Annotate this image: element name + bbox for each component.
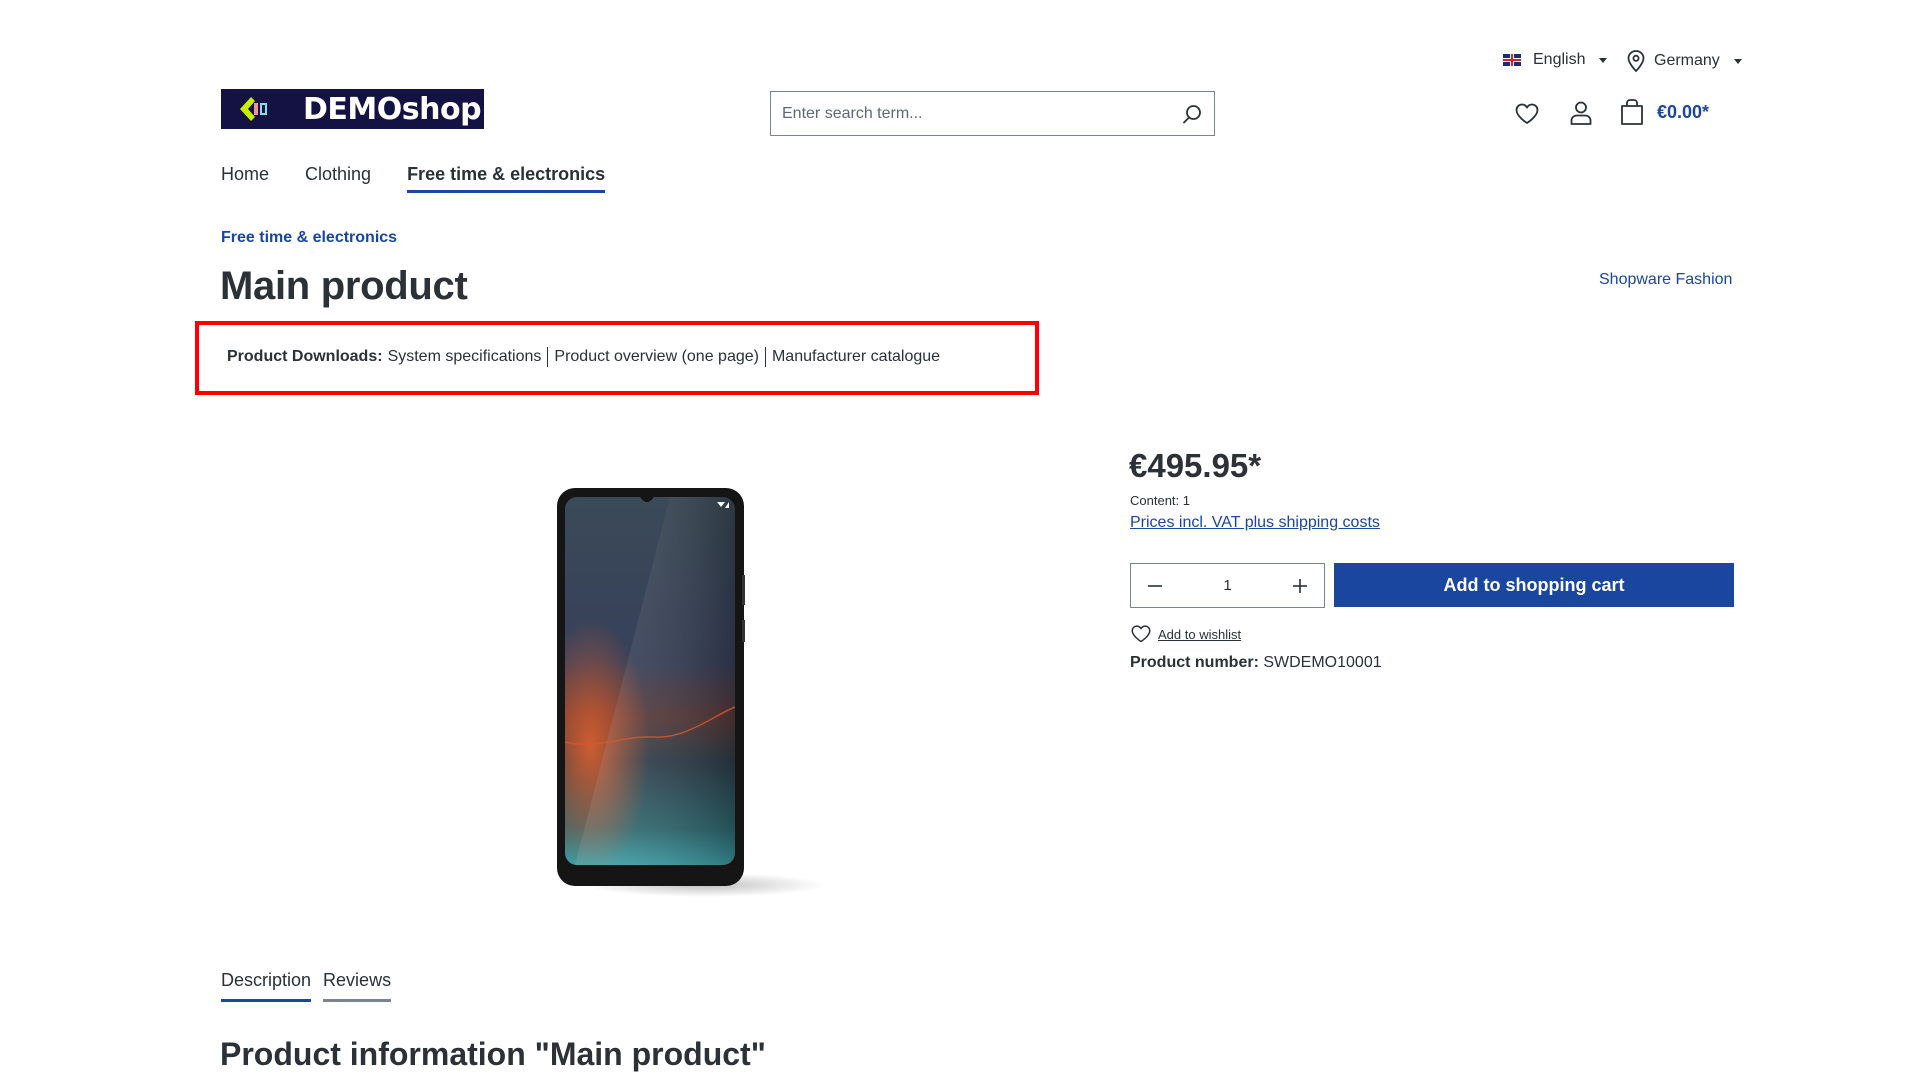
map-pin-icon	[1627, 50, 1645, 73]
heart-icon	[1515, 103, 1539, 124]
uk-flag-icon	[1503, 54, 1521, 66]
download-link-manufacturer-catalogue[interactable]: Manufacturer catalogue	[772, 348, 940, 366]
downloads-label: Product Downloads:	[227, 348, 383, 365]
add-to-cart-button[interactable]: Add to shopping cart	[1334, 563, 1734, 607]
quantity-stepper	[1130, 563, 1325, 608]
caret-down-icon	[1599, 57, 1608, 63]
add-to-wishlist-link[interactable]: Add to wishlist	[1130, 624, 1241, 644]
wishlist-button[interactable]	[1512, 99, 1542, 129]
search-bar	[770, 91, 1215, 136]
manufacturer-link[interactable]: Shopware Fashion	[1599, 271, 1732, 289]
account-button[interactable]	[1566, 98, 1596, 128]
add-to-wishlist-label: Add to wishlist	[1158, 626, 1242, 642]
vat-shipping-link[interactable]: Prices incl. VAT plus shipping costs	[1130, 514, 1380, 532]
cart-total: €0.00*	[1657, 101, 1710, 122]
divider	[547, 347, 549, 367]
plus-icon	[1293, 578, 1307, 593]
decrease-quantity-button[interactable]	[1131, 564, 1179, 607]
minus-icon	[1148, 584, 1162, 587]
divider	[764, 347, 766, 367]
page-title: Main product	[220, 264, 468, 308]
product-number: Product number: SWDEMO10001	[1130, 654, 1382, 672]
content-unit: Content: 1	[1130, 493, 1190, 508]
product-number-value: SWDEMO10001	[1263, 654, 1382, 671]
country-selector[interactable]: Germany	[1626, 49, 1742, 73]
search-input[interactable]	[771, 92, 1170, 135]
search-button[interactable]	[1170, 92, 1214, 135]
tab-reviews[interactable]: Reviews	[323, 970, 392, 1002]
user-icon	[1570, 101, 1592, 125]
main-navigation: Home Clothing Free time & electronics	[221, 164, 641, 193]
product-image[interactable]	[455, 445, 895, 925]
nav-item-clothing[interactable]: Clothing	[305, 164, 371, 193]
download-link-system-specifications[interactable]: System specifications	[388, 348, 542, 366]
logo-text: DEMOshop	[303, 91, 482, 127]
product-downloads: Product Downloads: System specifications…	[227, 347, 940, 367]
language-selector[interactable]: English	[1503, 51, 1608, 69]
smartphone-image	[557, 488, 825, 897]
heart-icon	[1131, 625, 1151, 643]
increase-quantity-button[interactable]	[1276, 564, 1324, 607]
tab-description[interactable]: Description	[221, 970, 312, 1002]
language-label: English	[1533, 51, 1586, 68]
search-icon	[1183, 104, 1201, 123]
shop-logo[interactable]: DEMOshop	[221, 89, 484, 129]
nav-item-free-time-electronics[interactable]: Free time & electronics	[407, 164, 606, 193]
shopping-bag-icon	[1621, 99, 1643, 125]
cart-button[interactable]: €0.00*	[1619, 98, 1709, 126]
quantity-input[interactable]	[1179, 577, 1276, 594]
product-information-heading: Product information "Main product"	[220, 1036, 766, 1072]
product-detail-tabs: Description Reviews	[221, 970, 392, 1002]
product-number-label: Product number:	[1130, 654, 1259, 671]
nav-item-home[interactable]: Home	[221, 164, 269, 193]
country-label: Germany	[1654, 52, 1720, 69]
product-price: €495.95*	[1129, 447, 1262, 484]
download-link-product-overview[interactable]: Product overview (one page)	[554, 348, 759, 366]
logo-mark-icon	[237, 95, 271, 123]
breadcrumb[interactable]: Free time & electronics	[221, 229, 397, 247]
caret-down-icon	[1733, 58, 1742, 64]
